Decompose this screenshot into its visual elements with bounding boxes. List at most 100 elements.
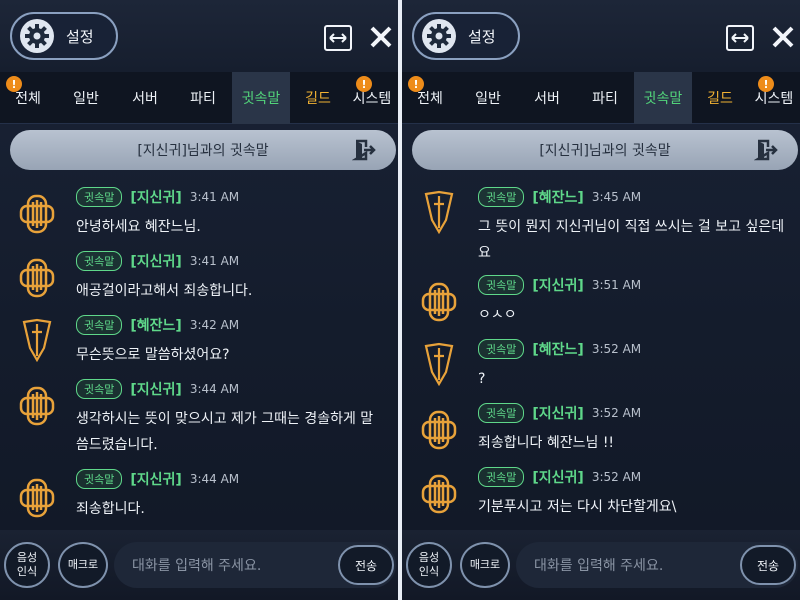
message-text: ㅇㅅㅇ xyxy=(478,307,517,323)
tab-label: 길드 xyxy=(305,91,331,107)
sender-name[interactable]: [지신귀] xyxy=(532,275,583,295)
message-text: 생각하시는 뜻이 맞으시고 제가 그때는 경솔하게 말씀드렸습니다. xyxy=(76,411,374,453)
whisper-tag: 귓속말 xyxy=(76,469,123,489)
message-time: 3:51 AM xyxy=(591,278,642,292)
voice-input-button[interactable]: 음성 인식 xyxy=(406,542,452,588)
sender-name[interactable]: [지신귀] xyxy=(532,403,583,423)
chat-input-placeholder: 대화를 입력해 주세요. xyxy=(132,558,262,574)
close-button[interactable] xyxy=(366,22,396,52)
exit-icon[interactable] xyxy=(754,138,778,162)
tab-label: 시스템 xyxy=(754,91,794,107)
message-meta: 귓속말 [지신귀] 3:51 AM xyxy=(478,274,641,296)
tab-server[interactable]: 서버 xyxy=(518,72,576,124)
tab-guild[interactable]: 길드 xyxy=(290,72,346,124)
send-label: 전송 xyxy=(354,558,378,573)
chat-header: 설정 xyxy=(402,0,800,72)
tab-whisper[interactable]: 귓속말 xyxy=(232,72,290,124)
whisper-tag: 귓속말 xyxy=(478,275,525,295)
gear-icon xyxy=(20,19,54,53)
whisper-banner: [지신귀]님과의 귓속말 xyxy=(10,130,396,170)
sender-name[interactable]: [지신귀] xyxy=(130,251,181,271)
sender-name[interactable]: [지신귀] xyxy=(130,469,181,489)
message-time: 3:44 AM xyxy=(189,382,240,396)
settings-button[interactable]: 설정 xyxy=(412,12,520,60)
message-meta: 귓속말 [지신귀] 3:52 AM xyxy=(478,466,641,488)
message-text: 죄송합니다. xyxy=(76,501,145,517)
message-text: 기분푸시고 저는 다시 차단할게요\ xyxy=(478,499,677,515)
sender-name[interactable]: [혜잔느] xyxy=(532,339,583,359)
tab-server[interactable]: 서버 xyxy=(116,72,174,124)
tab-label: 귓속말 xyxy=(643,91,683,107)
message-meta: 귓속말 [지신귀] 3:44 AM xyxy=(76,378,239,400)
guild-crest-icon xyxy=(16,256,58,300)
message-text: 그 뜻이 뭔지 지신귀님이 직접 쓰시는 걸 보고 싶은데요 xyxy=(478,219,785,261)
expand-button[interactable] xyxy=(324,25,352,51)
sword-crest-icon xyxy=(418,190,460,234)
macro-button[interactable]: 매크로 xyxy=(58,542,108,588)
tab-label: 전체 xyxy=(15,91,41,107)
guild-crest-icon xyxy=(418,408,460,452)
sender-name[interactable]: [지신귀] xyxy=(130,379,181,399)
settings-label: 설정 xyxy=(66,27,94,46)
whisper-banner-title: [지신귀]님과의 귓속말 xyxy=(539,143,671,159)
tab-general[interactable]: 일반 xyxy=(56,72,116,124)
chat-panel-left: 설정 ! 전체 일반 서버 파티 귓속말 길드 ! 시스템 [지신귀]님과의 귓… xyxy=(0,0,398,600)
guild-crest-icon xyxy=(418,472,460,516)
tab-label: 서버 xyxy=(132,91,158,107)
tab-general[interactable]: 일반 xyxy=(458,72,518,124)
tab-all[interactable]: ! 전체 xyxy=(402,72,458,124)
settings-button[interactable]: 설정 xyxy=(10,12,118,60)
message-text: 애공걸이라고해서 죄송합니다. xyxy=(76,283,253,299)
settings-label: 설정 xyxy=(468,27,496,46)
sender-name[interactable]: [지신귀] xyxy=(532,467,583,487)
tab-label: 서버 xyxy=(534,91,560,107)
expand-arrows-icon xyxy=(329,33,347,43)
message-meta: 귓속말 [지신귀] 3:44 AM xyxy=(76,468,239,490)
sender-name[interactable]: [지신귀] xyxy=(130,187,181,207)
whisper-tag: 귓속말 xyxy=(478,187,525,207)
guild-crest-icon xyxy=(418,280,460,324)
send-button[interactable]: 전송 xyxy=(338,545,394,585)
tab-guild[interactable]: 길드 xyxy=(692,72,748,124)
message-text: ? xyxy=(478,371,486,387)
message-time: 3:52 AM xyxy=(591,342,642,356)
macro-button[interactable]: 매크로 xyxy=(460,542,510,588)
tab-system[interactable]: ! 시스템 xyxy=(748,72,800,124)
message-time: 3:45 AM xyxy=(591,190,642,204)
message-text: 죄송합니다 혜잔느님 !! xyxy=(478,435,615,451)
whisper-tag: 귓속말 xyxy=(478,339,525,359)
sender-name[interactable]: [혜잔느] xyxy=(532,187,583,207)
channel-tabs: ! 전체 일반 서버 파티 귓속말 길드 ! 시스템 xyxy=(0,72,398,124)
tab-label: 파티 xyxy=(592,91,618,107)
gear-icon xyxy=(422,19,456,53)
exit-icon[interactable] xyxy=(352,138,376,162)
message-meta: 귓속말 [지신귀] 3:52 AM xyxy=(478,402,641,424)
tab-whisper[interactable]: 귓속말 xyxy=(634,72,692,124)
macro-label: 매크로 xyxy=(469,558,501,571)
send-button[interactable]: 전송 xyxy=(740,545,796,585)
whisper-tag: 귓속말 xyxy=(76,379,123,399)
chat-input-bar: 음성 인식 매크로 대화를 입력해 주세요. 전송 xyxy=(402,530,800,600)
whisper-tag: 귓속말 xyxy=(478,467,525,487)
sender-name[interactable]: [혜잔느] xyxy=(130,315,181,335)
message-time: 3:44 AM xyxy=(189,472,240,486)
tab-party[interactable]: 파티 xyxy=(174,72,232,124)
whisper-tag: 귓속말 xyxy=(478,403,525,423)
voice-label-line2: 인식 xyxy=(16,565,38,578)
tab-party[interactable]: 파티 xyxy=(576,72,634,124)
message-time: 3:52 AM xyxy=(591,406,642,420)
chat-input-bar: 음성 인식 매크로 대화를 입력해 주세요. 전송 xyxy=(0,530,398,600)
tab-all[interactable]: ! 전체 xyxy=(0,72,56,124)
close-icon xyxy=(772,26,794,48)
alert-badge: ! xyxy=(6,76,22,92)
whisper-tag: 귓속말 xyxy=(76,315,123,335)
tab-label: 파티 xyxy=(190,91,216,107)
voice-label-line1: 음성 xyxy=(16,551,38,564)
close-button[interactable] xyxy=(768,22,798,52)
message-meta: 귓속말 [지신귀] 3:41 AM xyxy=(76,186,239,208)
tab-system[interactable]: ! 시스템 xyxy=(346,72,398,124)
chat-input-placeholder: 대화를 입력해 주세요. xyxy=(534,558,664,574)
expand-button[interactable] xyxy=(726,25,754,51)
voice-input-button[interactable]: 음성 인식 xyxy=(4,542,50,588)
chat-header: 설정 xyxy=(0,0,398,72)
